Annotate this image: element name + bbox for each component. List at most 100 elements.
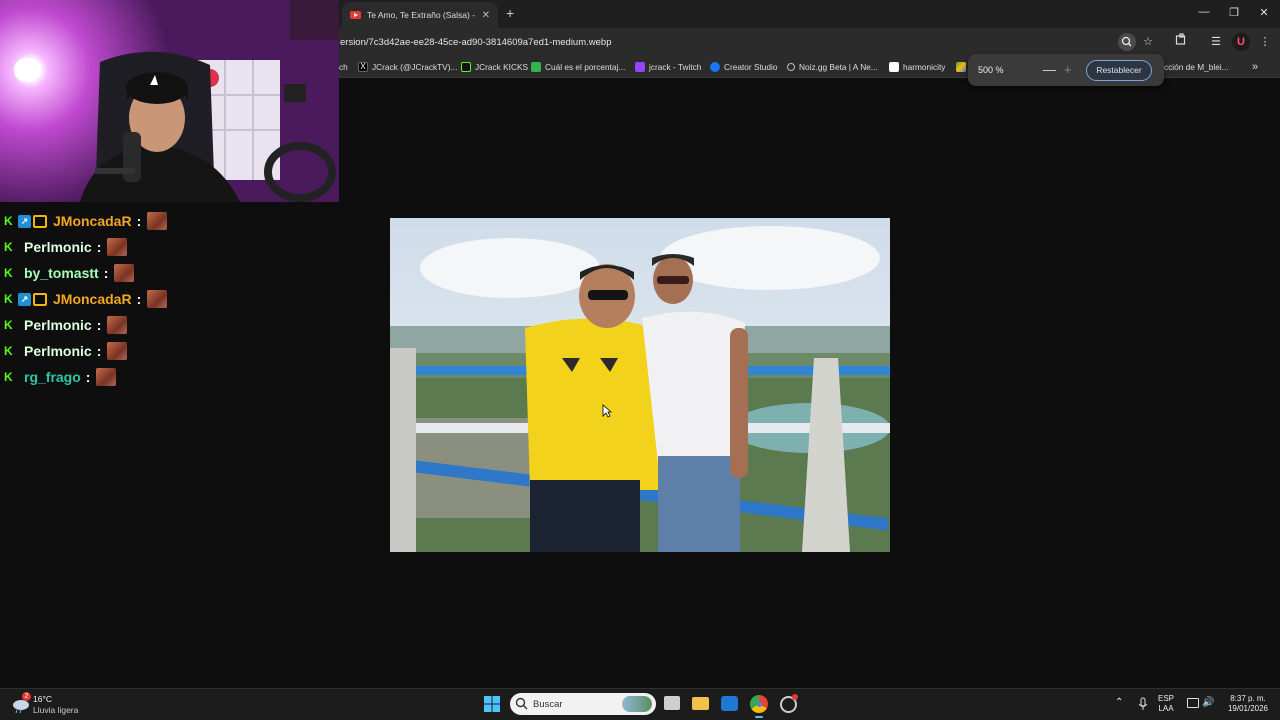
chrome-icon-center xyxy=(757,702,762,707)
language-indicator[interactable]: ESP LAA xyxy=(1158,694,1174,714)
bookmarks-more-icon[interactable]: » xyxy=(1252,60,1258,74)
bookmark-item[interactable]: harmonicity xyxy=(889,60,945,74)
profile-avatar[interactable]: U xyxy=(1232,33,1250,51)
volume-icon[interactable]: 🔊 xyxy=(1202,698,1214,708)
kick-badge-icon: K xyxy=(4,266,13,280)
bookmark-item[interactable]: Cuál es el porcentaj... xyxy=(531,60,625,74)
tab-close-icon[interactable]: ✕ xyxy=(482,10,490,21)
weather-temperature: 16°C xyxy=(33,694,52,704)
bookmark-label: Creator Studio xyxy=(724,62,778,72)
task-view-icon[interactable] xyxy=(664,696,680,710)
search-highlight-icon xyxy=(622,696,652,712)
emote-icon xyxy=(96,368,117,386)
webcam-overlay xyxy=(0,0,339,202)
drive-icon[interactable] xyxy=(956,60,966,74)
kick-badge-icon: K xyxy=(4,370,13,384)
bookmark-label: jcrack - Twitch xyxy=(649,62,702,72)
doc-icon xyxy=(531,62,541,72)
reset-zoom-button[interactable]: Restablecer xyxy=(1086,60,1152,81)
search-icon xyxy=(515,697,528,715)
zoom-level: 500 % xyxy=(978,65,1004,75)
restore-button[interactable]: ❐ xyxy=(1219,6,1249,19)
extensions-icon[interactable] xyxy=(1172,33,1190,51)
chat-username[interactable]: JMoncadaR xyxy=(53,291,132,307)
bookmark-label: Noiz.gg Beta | A Ne... xyxy=(799,62,878,72)
chat-message: K Perlmonic : xyxy=(4,315,128,335)
bookmark-label: cción de M_blei... xyxy=(1164,62,1229,72)
verified-badge-icon: ↗ xyxy=(18,292,31,306)
media-control-icon[interactable]: ☰ xyxy=(1207,33,1225,51)
emote-icon xyxy=(147,212,168,230)
chat-username[interactable]: JMoncadaR xyxy=(53,213,132,229)
chat-username[interactable]: Perlmonic xyxy=(24,343,92,359)
chat-username[interactable]: rg_frago xyxy=(24,369,81,385)
notification-dot xyxy=(792,694,798,700)
tray-chevron-icon[interactable]: ⌃ xyxy=(1115,698,1123,708)
clock-time: 8:37 p. m. xyxy=(1230,694,1266,703)
tab-title: Te Amo, Te Extraño (Salsa) - You xyxy=(367,10,476,20)
browser-tab[interactable]: Te Amo, Te Extraño (Salsa) - You ✕ xyxy=(342,2,498,28)
kick-icon xyxy=(461,62,471,72)
chat-username[interactable]: Perlmonic xyxy=(24,239,92,255)
zoom-icon[interactable] xyxy=(1118,33,1136,51)
mail-icon[interactable] xyxy=(721,696,738,711)
verified-badge-icon: ↗ xyxy=(18,214,31,228)
chat-separator: : xyxy=(136,213,142,229)
bookmark-label: Cuál es el porcentaj... xyxy=(545,62,626,72)
chat-message: K ↗ JMoncadaR : xyxy=(4,289,168,309)
chat-separator: : xyxy=(136,291,142,307)
bookmark-label: ch xyxy=(339,62,348,72)
chat-username[interactable]: by_tomastt xyxy=(24,265,99,281)
close-window-button[interactable]: ✕ xyxy=(1249,6,1279,19)
active-app-indicator xyxy=(755,716,763,718)
kick-badge-icon: K xyxy=(4,318,13,332)
bookmark-item[interactable]: jcrack - Twitch xyxy=(635,60,701,74)
chat-username[interactable]: Perlmonic xyxy=(24,317,92,333)
zoom-out-button[interactable]: — xyxy=(1043,62,1056,77)
chat-separator: : xyxy=(96,343,102,359)
emote-icon xyxy=(107,316,128,334)
kick-badge-icon: K xyxy=(4,344,13,358)
zoom-in-button[interactable]: + xyxy=(1064,62,1072,77)
bookmark-label: JCrack (@JCrackTV)... xyxy=(372,62,458,72)
bookmark-label: harmonicity xyxy=(903,62,946,72)
chat-message: K rg_frago : xyxy=(4,367,117,387)
url-field[interactable]: ersion/7c3d42ae-ee28-45ce-ad90-3814609a7… xyxy=(340,37,611,48)
language-code: ESP xyxy=(1158,694,1175,703)
clock-date: 19/01/2026 xyxy=(1227,704,1269,713)
bookmark-star-icon[interactable]: ☆ xyxy=(1139,33,1157,51)
search-placeholder: Buscar xyxy=(533,699,563,710)
emote-icon xyxy=(107,238,128,256)
microphone-icon[interactable] xyxy=(1138,697,1148,716)
weather-description: Lluvia ligera xyxy=(33,705,79,715)
zoomed-photo xyxy=(390,218,890,552)
kick-badge-icon: K xyxy=(4,240,13,254)
bookmark-item[interactable]: JCrack KICKS xyxy=(461,60,528,74)
kick-badge-icon: K xyxy=(4,292,13,306)
emote-icon xyxy=(107,342,128,360)
file-explorer-icon[interactable] xyxy=(692,697,709,710)
mouse-cursor-icon xyxy=(602,404,613,423)
crown-badge-icon xyxy=(33,214,47,228)
network-icon[interactable] xyxy=(1187,698,1199,708)
chat-message: K Perlmonic : xyxy=(4,237,128,257)
bookmark-item[interactable]: ch xyxy=(339,60,348,74)
chat-message: K Perlmonic : xyxy=(4,341,128,361)
bookmark-item[interactable]: cción de M_blei... xyxy=(1164,60,1229,74)
windows-start-icon[interactable] xyxy=(483,695,501,718)
system-clock[interactable]: 8:37 p. m. 19/01/2026 xyxy=(1222,694,1274,714)
kick-badge-icon: K xyxy=(4,214,13,228)
minimize-button[interactable]: — xyxy=(1189,6,1219,18)
emote-icon xyxy=(114,264,135,282)
facebook-icon xyxy=(710,62,720,72)
x-icon: X xyxy=(358,62,368,72)
chat-separator: : xyxy=(96,239,102,255)
bookmark-item[interactable]: X JCrack (@JCrackTV)... xyxy=(358,60,457,74)
chat-separator: : xyxy=(96,317,102,333)
new-tab-button[interactable]: + xyxy=(506,5,514,21)
bookmark-item[interactable]: Creator Studio xyxy=(710,60,778,74)
bookmark-item[interactable]: Noiz.gg Beta | A Ne... xyxy=(787,60,878,74)
harmonicity-icon xyxy=(889,62,899,72)
keyboard-layout: LAA xyxy=(1158,704,1174,713)
more-menu-icon[interactable]: ⋮ xyxy=(1256,33,1274,51)
